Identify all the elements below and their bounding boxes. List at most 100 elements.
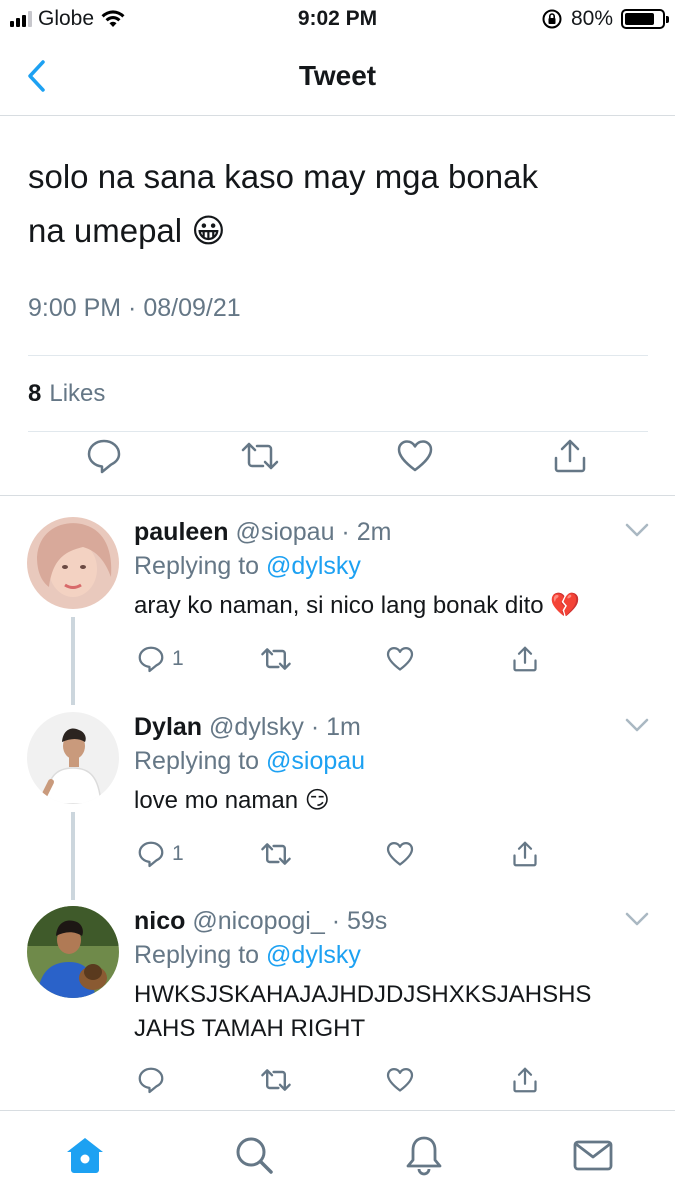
reply-button[interactable]	[84, 436, 124, 476]
reply-body: pauleen @siopau · 2m Replying to @dylsky…	[134, 517, 654, 623]
retweet-icon	[261, 648, 291, 670]
tab-search[interactable]	[232, 1133, 276, 1177]
notifications-icon	[406, 1136, 442, 1176]
reply-text: HWKSJSKAHAJAJHDJDJSHXKSJAHSHS JAHS TAMAH…	[134, 978, 654, 1046]
retweet-icon	[261, 843, 291, 865]
reply-body: Dylan @dylsky · 1m Replying to @siopau l…	[134, 712, 654, 818]
reply-count: 1	[172, 842, 184, 865]
replying-to-link[interactable]: @siopau	[266, 747, 365, 775]
display-name[interactable]: Dylan	[134, 713, 202, 741]
handle-time: @dylsky · 1m	[209, 713, 361, 741]
retweet-button[interactable]	[260, 1064, 292, 1096]
battery-percent: 80%	[570, 7, 613, 30]
retweet-button[interactable]	[260, 643, 292, 675]
tab-messages[interactable]	[571, 1133, 615, 1177]
chevron-down-icon	[625, 523, 649, 537]
reply-bubble-icon	[87, 439, 121, 474]
likes-label: Likes	[49, 379, 106, 407]
reply-text-line: JAHS TAMAH RIGHT	[134, 1015, 366, 1042]
like-button[interactable]	[395, 436, 435, 476]
reply-bubble-icon	[138, 841, 164, 868]
display-name[interactable]: nico	[134, 907, 185, 935]
share-button[interactable]	[510, 1064, 540, 1096]
reply-actions: 1	[134, 643, 537, 679]
retweet-button[interactable]	[240, 436, 280, 476]
reply-button[interactable]	[136, 1064, 172, 1096]
reply-header: Dylan @dylsky · 1m	[134, 712, 654, 742]
reply-text-line: HWKSJSKAHAJAJHDJDJSHXKSJAHSHS	[134, 981, 592, 1008]
home-icon	[67, 1138, 103, 1173]
tweet-text-line: na umepal 😀	[28, 212, 226, 249]
handle-time: @siopau · 2m	[235, 518, 392, 546]
page-title: Tweet	[298, 60, 377, 91]
reply-bubble-icon	[138, 646, 164, 673]
tweet-text-line: solo na sana kaso may mga bonak	[28, 158, 538, 195]
share-icon	[513, 1067, 537, 1093]
main-tweet: solo na sana kaso may mga bonak na umepa…	[28, 116, 648, 432]
more-options-button[interactable]	[624, 712, 650, 738]
chevron-down-icon	[625, 718, 649, 732]
tweet-timestamp: 9:00 PM · 08/09/21	[28, 294, 241, 322]
heart-icon	[397, 440, 433, 472]
battery-icon	[621, 9, 669, 29]
replying-to: Replying to @dylsky	[134, 940, 654, 970]
like-button[interactable]	[385, 838, 415, 870]
reply-header: nico @nicopogi_ · 59s	[134, 906, 654, 936]
avatar[interactable]	[27, 517, 119, 609]
reply-text: love mo naman 😏	[134, 787, 330, 814]
avatar-image	[27, 517, 119, 609]
reply-actions	[134, 1064, 537, 1100]
tweet-actions	[0, 418, 675, 496]
display-name[interactable]: pauleen	[134, 518, 228, 546]
chevron-down-icon	[625, 912, 649, 926]
replying-to: Replying to @siopau	[134, 746, 654, 776]
replying-to-prefix: Replying to	[134, 552, 260, 580]
share-button[interactable]	[510, 643, 540, 675]
reply-actions: 1	[134, 838, 537, 874]
replying-to-prefix: Replying to	[134, 747, 260, 775]
replying-to-link[interactable]: @dylsky	[266, 552, 361, 580]
heart-icon	[386, 647, 414, 671]
replying-to-link[interactable]: @dylsky	[266, 941, 361, 969]
reply-text: aray ko naman, si nico lang bonak dito 💔	[134, 592, 581, 619]
reply-header: pauleen @siopau · 2m	[134, 517, 654, 547]
replying-to-prefix: Replying to	[134, 941, 260, 969]
more-options-button[interactable]	[624, 517, 650, 543]
like-button[interactable]	[385, 643, 415, 675]
status-right: 80%	[541, 7, 669, 31]
tab-bar	[0, 1110, 675, 1200]
reply-body: nico @nicopogi_ · 59s Replying to @dylsk…	[134, 906, 654, 1046]
status-bar: Globe 9:02 PM 80%	[0, 0, 675, 38]
likes-count: 8	[28, 379, 42, 407]
tab-home[interactable]	[63, 1133, 107, 1177]
retweet-icon	[261, 1069, 291, 1091]
tweet-text: solo na sana kaso may mga bonak na umepa…	[28, 150, 648, 258]
share-button[interactable]	[550, 436, 590, 476]
avatar[interactable]	[27, 712, 119, 804]
reply-bubble-icon	[138, 1067, 164, 1094]
orientation-lock-icon	[542, 9, 562, 29]
heart-icon	[386, 842, 414, 866]
share-button[interactable]	[510, 838, 540, 870]
like-button[interactable]	[385, 1064, 415, 1096]
retweet-button[interactable]	[260, 838, 292, 870]
tab-notifications[interactable]	[402, 1133, 446, 1177]
handle-time: @nicopogi_ · 59s	[192, 907, 388, 935]
avatar-image	[27, 906, 119, 998]
thread-line	[71, 617, 75, 705]
reply-button[interactable]: 1	[136, 643, 184, 675]
share-icon	[513, 841, 537, 867]
heart-icon	[386, 1068, 414, 1092]
avatar-image	[27, 712, 119, 804]
messages-icon	[573, 1140, 613, 1171]
nav-bar: Tweet	[0, 38, 675, 116]
retweet-icon	[241, 442, 279, 470]
search-icon	[236, 1137, 273, 1174]
reply-count: 1	[172, 647, 184, 670]
share-icon	[513, 646, 537, 672]
more-options-button[interactable]	[624, 906, 650, 932]
replying-to: Replying to @dylsky	[134, 551, 654, 581]
avatar[interactable]	[27, 906, 119, 998]
reply-button[interactable]: 1	[136, 838, 184, 870]
thread-line	[71, 812, 75, 900]
